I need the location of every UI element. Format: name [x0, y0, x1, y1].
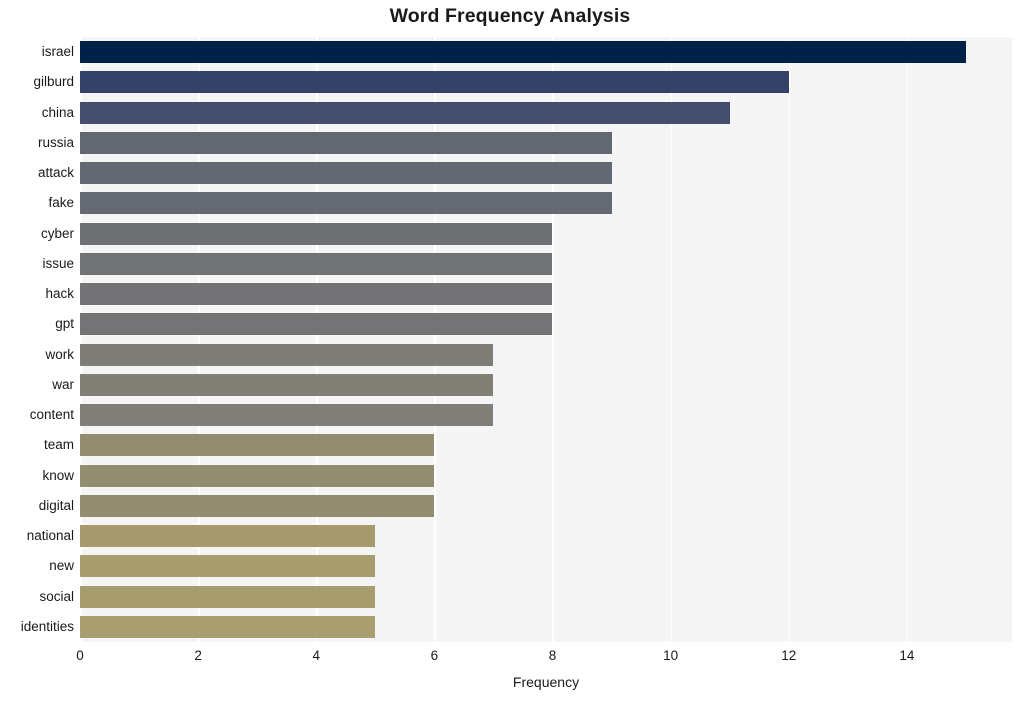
- bar-content: [80, 404, 494, 427]
- x-axis-tick-labels: 0 2 4 6 8 10 12 14: [0, 648, 1020, 670]
- bar-cyber: [80, 222, 553, 245]
- y-tick-label-china: china: [41, 104, 74, 120]
- bar-gilburd: [80, 71, 789, 94]
- bar-know: [80, 464, 435, 487]
- x-tick-label-10: 10: [663, 648, 679, 663]
- x-tick-label-6: 6: [430, 648, 439, 663]
- bar-new: [80, 555, 376, 578]
- x-tick-label-8: 8: [548, 648, 557, 663]
- y-tick-label-team: team: [43, 437, 74, 453]
- y-tick-label-gpt: gpt: [55, 316, 74, 332]
- bar-attack: [80, 162, 612, 185]
- x-tick-label-2: 2: [194, 648, 202, 663]
- y-tick-label-russia: russia: [37, 134, 74, 150]
- bar-hack: [80, 283, 553, 306]
- y-tick-label-content: content: [29, 407, 74, 423]
- bar-identities: [80, 615, 376, 638]
- bar-team: [80, 434, 435, 457]
- y-tick-label-issue: issue: [42, 255, 74, 271]
- y-tick-label-gilburd: gilburd: [33, 74, 74, 90]
- y-tick-label-hack: hack: [45, 286, 74, 302]
- bar-fake: [80, 192, 612, 215]
- y-tick-label-digital: digital: [38, 497, 74, 513]
- bar-social: [80, 585, 376, 608]
- bars-layer: [80, 37, 1012, 642]
- y-axis-tick-labels: israel gilburd china russia attack fake cyber i…: [0, 37, 74, 642]
- x-axis-title: Frequency: [512, 674, 580, 690]
- y-tick-label-new: new: [49, 558, 74, 574]
- y-tick-label-work: work: [45, 346, 74, 362]
- y-tick-label-israel: israel: [41, 44, 74, 60]
- y-tick-label-war: war: [52, 376, 74, 392]
- y-tick-label-fake: fake: [48, 195, 74, 211]
- bar-china: [80, 101, 730, 124]
- y-tick-label-know: know: [42, 467, 74, 483]
- y-tick-label-identities: identities: [20, 618, 74, 634]
- bar-war: [80, 373, 494, 396]
- x-tick-label-0: 0: [76, 648, 84, 663]
- y-tick-label-social: social: [39, 588, 74, 604]
- bar-israel: [80, 41, 966, 64]
- plot-area: [80, 37, 1012, 642]
- chart-title: Word Frequency Analysis: [389, 5, 631, 27]
- bar-digital: [80, 494, 435, 517]
- x-tick-label-12: 12: [781, 648, 797, 663]
- x-tick-label-14: 14: [899, 648, 915, 663]
- y-tick-label-cyber: cyber: [40, 225, 74, 241]
- x-tick-label-4: 4: [312, 648, 320, 663]
- bar-work: [80, 343, 494, 366]
- bar-gpt: [80, 313, 553, 336]
- bar-issue: [80, 252, 553, 275]
- bar-national: [80, 525, 376, 548]
- y-tick-label-attack: attack: [37, 165, 74, 181]
- word-frequency-chart: Word Frequency Analysis israel gilburd chi…: [0, 0, 1020, 701]
- y-tick-label-national: national: [26, 528, 74, 544]
- bar-russia: [80, 131, 612, 154]
